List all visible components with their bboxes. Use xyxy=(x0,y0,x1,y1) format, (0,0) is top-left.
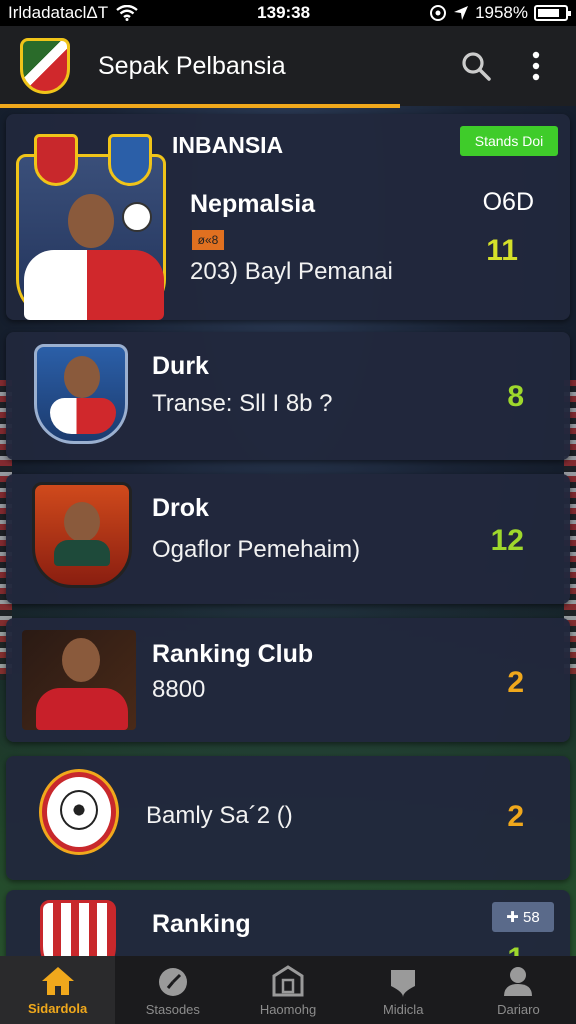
item-title: Drok xyxy=(152,494,209,522)
featured-player-emblem xyxy=(16,124,176,320)
featured-name: Nepmalsia xyxy=(190,190,316,218)
more-vertical-icon xyxy=(532,51,540,81)
item-title: Ranking xyxy=(152,910,251,938)
location-icon xyxy=(454,6,469,20)
app-logo[interactable] xyxy=(20,38,70,94)
list-item[interactable]: Durk Transe: Sll I 8b ? 8 xyxy=(6,332,570,460)
jersey-icon xyxy=(391,969,416,997)
nav-label: Haomohg xyxy=(259,1001,317,1017)
carrier-label: IrldadataclΔT xyxy=(8,3,109,22)
stopwatch-icon xyxy=(158,967,187,996)
wifi-icon xyxy=(116,5,138,21)
featured-subtitle: 203) Bayl Pemanai xyxy=(190,258,393,285)
item-value: 2 xyxy=(507,800,524,833)
nav-label: Stasodes xyxy=(145,1001,200,1017)
player-avatar xyxy=(64,502,100,542)
nav-label: Midicla xyxy=(382,1001,424,1017)
item-title: Durk xyxy=(152,352,209,380)
featured-header: INBANSIA xyxy=(172,132,284,158)
alarm-icon xyxy=(430,5,447,21)
battery-percent: 1958% xyxy=(475,3,528,22)
nav-team[interactable]: Midicla xyxy=(346,956,461,1024)
app-bar: Sepak Pelbansia xyxy=(0,26,576,106)
football-icon xyxy=(60,790,98,830)
item-title: Ranking Club xyxy=(152,640,314,668)
item-subtitle: Transe: Sll I 8b ? xyxy=(152,390,333,417)
item-value: 12 xyxy=(490,524,524,557)
nav-stats[interactable]: Stasodes xyxy=(115,956,230,1024)
featured-code: O6D xyxy=(482,188,534,216)
item-subtitle: 8800 xyxy=(152,676,206,703)
search-icon xyxy=(462,52,491,81)
list-item[interactable]: Bamly Sa´2 () 2 xyxy=(6,756,570,880)
app-title: Sepak Pelbansia xyxy=(98,51,286,80)
bottom-navigation: Sidardola Stasodes Haomohg Midicla Daria… xyxy=(0,956,576,1024)
list-item[interactable]: Ranking Club 8800 2 xyxy=(6,618,570,742)
stadium-icon xyxy=(272,964,304,996)
item-value: 8 xyxy=(507,380,524,413)
nav-stadium[interactable]: Haomohg xyxy=(230,956,345,1024)
club-crest-red xyxy=(34,134,78,186)
home-icon xyxy=(41,966,74,995)
battery-icon xyxy=(534,5,571,21)
search-button[interactable] xyxy=(456,46,496,86)
status-bar: IrldadataclΔT 139:38 1958% xyxy=(0,0,576,26)
item-value: 2 xyxy=(507,666,524,699)
profile-icon xyxy=(504,966,533,996)
nav-profile[interactable]: Dariaro xyxy=(461,956,576,1024)
item-badge: ✚ 58 xyxy=(492,902,554,932)
featured-status-badge[interactable]: Stands Doi xyxy=(460,126,558,156)
player-avatar xyxy=(68,194,114,248)
club-crest-blue xyxy=(108,134,152,186)
nav-label: Sidardola xyxy=(27,1000,88,1016)
item-subtitle: Ogaflor Pemehaim) xyxy=(152,536,361,563)
featured-value: 11 xyxy=(486,234,518,267)
nav-label: Dariaro xyxy=(497,1001,540,1017)
clock: 139:38 xyxy=(257,3,311,22)
featured-tag: ø«8 xyxy=(192,230,224,250)
nav-home[interactable]: Sidardola xyxy=(0,956,116,1024)
loading-progress-bar xyxy=(0,104,400,108)
player-avatar xyxy=(62,638,100,682)
list-item[interactable]: Drok Ogaflor Pemehaim) 12 xyxy=(6,474,570,604)
featured-card[interactable]: INBANSIA Stands Doi Nepmalsia ø«8 203) B… xyxy=(6,114,570,320)
football-icon xyxy=(122,202,152,232)
more-options-button[interactable] xyxy=(516,46,556,86)
item-subtitle: Bamly Sa´2 () xyxy=(146,802,293,829)
player-avatar xyxy=(64,356,100,398)
